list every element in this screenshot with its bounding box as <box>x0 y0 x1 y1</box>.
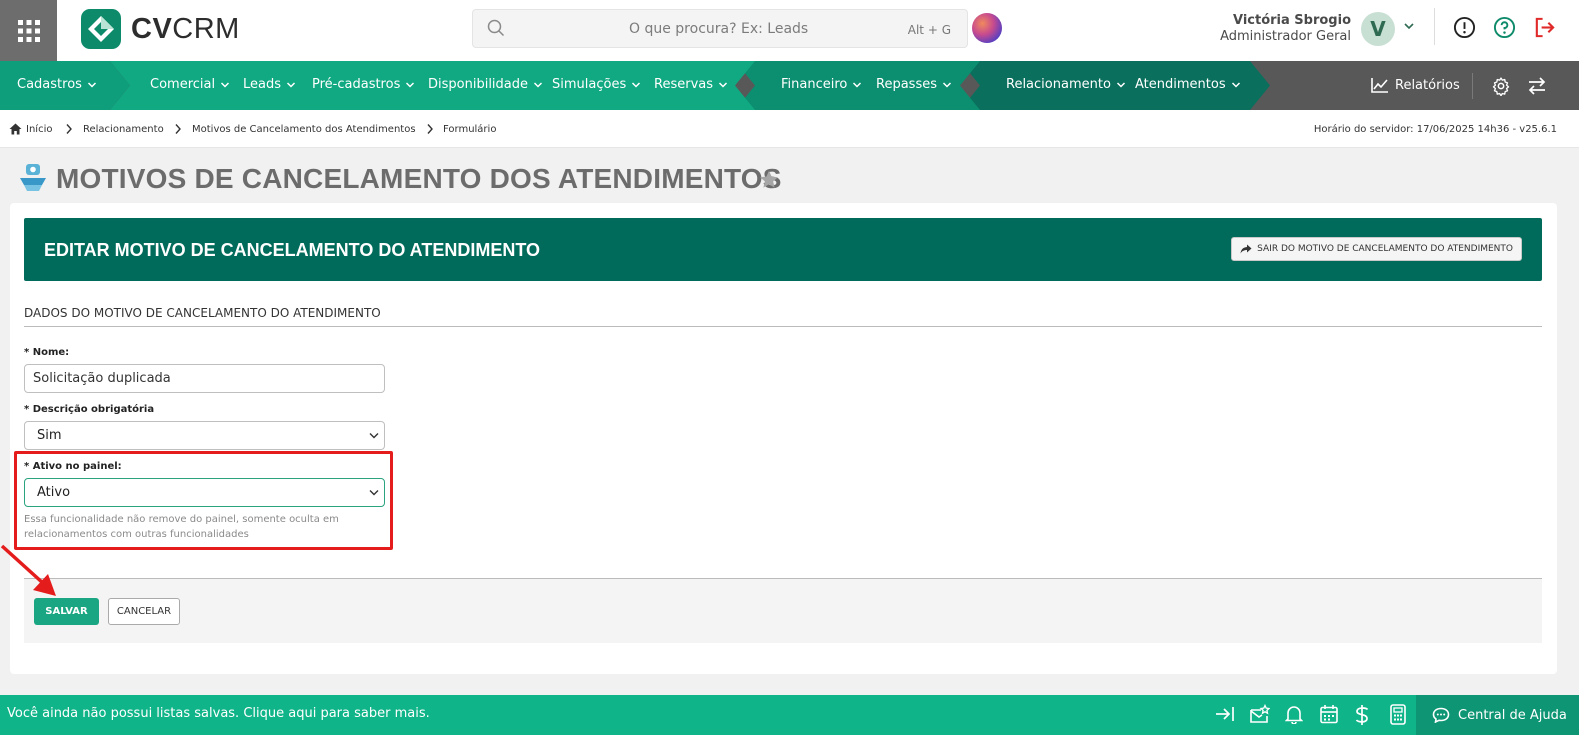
nome-label: * Nome: <box>24 347 70 358</box>
breadcrumb-formulario: Formulário <box>443 124 497 135</box>
chevron-down-icon <box>718 81 728 88</box>
chat-icon <box>1432 707 1450 723</box>
chevron-right-icon <box>427 124 433 134</box>
edit-banner: EDITAR MOTIVO DE CANCELAMENTO DO ATENDIM… <box>24 218 1542 281</box>
nav-relatorios[interactable]: Relatórios <box>1371 77 1460 93</box>
section-divider <box>24 326 1542 327</box>
nav-simulacoes[interactable]: Simulações <box>552 77 641 92</box>
nav-comercial[interactable]: Comercial <box>150 77 230 92</box>
chevron-down-icon <box>533 81 543 88</box>
chevron-down-icon <box>1116 81 1125 88</box>
descricao-select[interactable]: Sim <box>24 421 385 450</box>
breadcrumb-motivos[interactable]: Motivos de Cancelamento dos Atendimentos <box>192 124 416 135</box>
user-role: Administrador Geral <box>1220 29 1351 44</box>
nav-atendimentos[interactable]: Atendimentos <box>1135 77 1241 92</box>
form-actions: SALVAR CANCELAR <box>24 578 1542 643</box>
avatar[interactable]: V <box>1361 12 1395 46</box>
user-name: Victória Sbrogio <box>1232 13 1351 28</box>
page-title: MOTIVOS DE CANCELAMENTO DOS ATENDIMENTOS <box>56 163 782 194</box>
chevron-right-icon <box>66 124 72 134</box>
saved-lists-message[interactable]: Você ainda não possui listas salvas. Cli… <box>7 706 430 721</box>
chevron-down-icon <box>87 81 96 88</box>
share-arrow-icon <box>1240 244 1252 254</box>
nav-disponibilidade[interactable]: Disponibilidade <box>428 77 543 92</box>
collapse-icon[interactable] <box>1215 704 1235 724</box>
nav-pre-cadastros[interactable]: Pré-cadastros <box>312 77 415 92</box>
nav-leads[interactable]: Leads <box>243 77 296 92</box>
help-center-button[interactable]: Central de Ajuda <box>1416 695 1579 735</box>
top-header: CVCRM O que procura? Ex: Leads Alt + G V… <box>0 0 1579 61</box>
header-divider <box>1434 8 1435 45</box>
chevron-down-icon <box>406 81 415 88</box>
descricao-select-value: Sim <box>37 428 62 443</box>
chart-line-icon <box>1371 78 1388 93</box>
search-icon <box>487 19 505 37</box>
search-placeholder: O que procura? Ex: Leads <box>629 21 809 37</box>
logo-mark-icon <box>81 9 121 49</box>
highlight-annotation-box <box>14 451 393 550</box>
breadcrumb: Início Relacionamento Motivos de Cancela… <box>0 110 1579 148</box>
breadcrumb-relacionamento[interactable]: Relacionamento <box>83 124 164 135</box>
banner-title: EDITAR MOTIVO DE CANCELAMENTO DO ATENDIM… <box>44 240 541 260</box>
chevron-down-icon <box>369 433 379 439</box>
annotation-arrow-icon <box>0 544 56 596</box>
logo-text: CVCRM <box>131 12 240 45</box>
nav-financeiro[interactable]: Financeiro <box>781 77 862 92</box>
breadcrumb-inicio[interactable]: Início <box>26 124 52 135</box>
chevron-down-icon <box>286 81 296 88</box>
main-nav: Cadastros Comercial Leads Pré-cadastros … <box>0 61 1579 110</box>
exit-button[interactable]: SAIR DO MOTIVO DE CANCELAMENTO DO ATENDI… <box>1231 237 1522 261</box>
info-icon[interactable] <box>1453 16 1476 39</box>
chevron-down-icon <box>942 81 952 88</box>
chevron-right-icon <box>175 124 181 134</box>
help-icon[interactable] <box>1493 16 1516 39</box>
mail-star-icon[interactable] <box>1249 704 1270 725</box>
chevron-down-icon[interactable] <box>1403 20 1415 32</box>
swap-icon[interactable] <box>1527 76 1547 96</box>
chevron-down-icon <box>221 81 230 88</box>
nav-relacionamento[interactable]: Relacionamento <box>1006 77 1126 92</box>
chevron-down-icon <box>632 81 641 88</box>
search-bar[interactable]: O que procura? Ex: Leads Alt + G <box>472 9 968 48</box>
help-center-label: Central de Ajuda <box>1458 707 1567 723</box>
nav-cadastros[interactable]: Cadastros <box>17 77 97 92</box>
calculator-icon[interactable] <box>1389 704 1407 725</box>
support-agent-icon <box>20 164 46 191</box>
chevron-down-icon <box>853 81 862 88</box>
bell-icon[interactable] <box>1285 704 1303 724</box>
chevron-down-icon <box>1231 81 1240 88</box>
cvcrm-logo[interactable]: CVCRM <box>81 9 240 49</box>
home-icon[interactable] <box>9 123 22 135</box>
bottom-bar: Você ainda não possui listas salvas. Cli… <box>0 695 1579 735</box>
apps-grid-icon[interactable] <box>0 0 57 61</box>
nav-reservas[interactable]: Reservas <box>654 77 728 92</box>
logout-icon[interactable] <box>1533 16 1556 39</box>
save-button[interactable]: SALVAR <box>34 598 99 625</box>
descricao-label: * Descrição obrigatória <box>24 404 155 415</box>
search-shortcut: Alt + G <box>907 23 951 37</box>
calendar-icon[interactable] <box>1319 704 1339 724</box>
cancel-button[interactable]: CANCELAR <box>108 598 180 625</box>
nav-repasses[interactable]: Repasses <box>876 77 952 92</box>
favorite-star-icon[interactable] <box>759 170 779 189</box>
user-info[interactable]: Victória Sbrogio Administrador Geral <box>1220 13 1351 44</box>
nav-divider <box>1472 73 1473 99</box>
nome-input[interactable]: Solicitação duplicada <box>24 364 385 393</box>
gear-icon[interactable] <box>1491 76 1511 96</box>
assistant-orb-icon[interactable] <box>972 13 1002 43</box>
section-title: DADOS DO MOTIVO DE CANCELAMENTO DO ATEND… <box>24 306 381 320</box>
dollar-icon[interactable] <box>1354 704 1370 726</box>
server-time: Horário do servidor: 17/06/2025 14h36 - … <box>1313 124 1557 135</box>
